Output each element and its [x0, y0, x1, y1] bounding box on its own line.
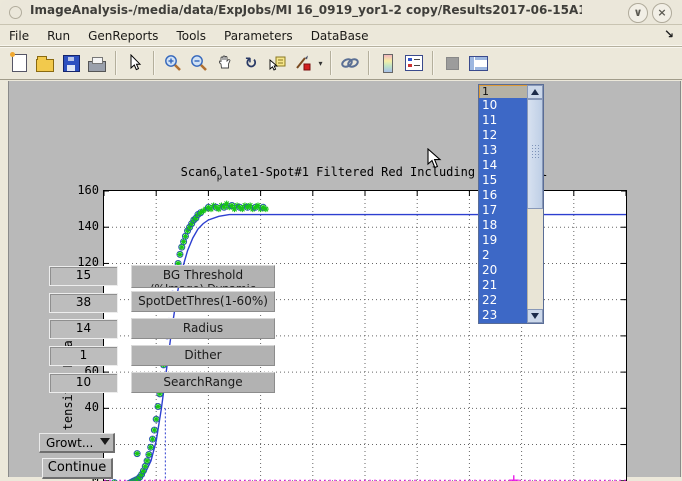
arrow-down-icon	[531, 313, 539, 319]
chevron-down-icon	[100, 438, 110, 445]
menu-overflow-arrow-icon[interactable]: ↘	[664, 27, 674, 41]
list-item-19[interactable]: 19	[479, 233, 527, 248]
list-item-16[interactable]: 16	[479, 188, 527, 203]
window-title: ImageAnalysis-/media/data/ExpJobs/MI 16_…	[30, 3, 582, 17]
bg-threshold-button-label2: (%Image) Dynamic	[132, 282, 274, 288]
toolbar: ↻▾	[0, 47, 682, 80]
figure-area: Scan6plate1-Spot#1 Filtered Red Includin…	[8, 81, 681, 477]
bg-threshold-field[interactable]: 15	[49, 266, 118, 286]
list-item-18[interactable]: 18	[479, 218, 527, 233]
app-window: ImageAnalysis-/media/data/ExpJobs/MI 16_…	[0, 0, 682, 481]
plot-tools-icon[interactable]	[466, 51, 490, 75]
growth-model-dropdown[interactable]: Growt...	[39, 433, 115, 453]
bg-threshold-button[interactable]: BG Threshold(%Image) Dynamic	[131, 265, 275, 288]
scrollbar-thumb[interactable]	[527, 99, 543, 209]
menu-item-parameters[interactable]: Parameters	[215, 26, 302, 43]
list-item-2[interactable]: 2	[479, 248, 527, 263]
pan-icon[interactable]	[213, 51, 237, 75]
menu-bar: FileRunGenReportsToolsParametersDataBase…	[0, 25, 682, 47]
window-menu-icon[interactable]	[9, 6, 22, 19]
scroll-up-button[interactable]	[527, 85, 543, 99]
arrow-up-icon	[531, 89, 539, 95]
toolbar-separator	[153, 51, 155, 75]
toolbar-separator	[368, 51, 370, 75]
print-icon[interactable]	[85, 51, 109, 75]
list-item-15[interactable]: 15	[479, 173, 527, 188]
dither-field[interactable]: 1	[49, 346, 118, 366]
title-bar[interactable]: ImageAnalysis-/media/data/ExpJobs/MI 16_…	[0, 0, 682, 25]
scrollbar-track-lower[interactable]	[527, 209, 543, 309]
plot-title: Scan6plate1-Spot#1 Filtered Red Includin…	[103, 165, 625, 182]
spot-det-thres-button[interactable]: SpotDetThres(1-60%)	[131, 291, 275, 312]
zoom-in-icon[interactable]	[161, 51, 185, 75]
data-cursor-icon[interactable]	[265, 51, 289, 75]
list-item-10[interactable]: 10	[479, 98, 527, 113]
list-item-20[interactable]: 20	[479, 263, 527, 278]
menu-item-genreports[interactable]: GenReports	[79, 26, 167, 43]
rotate-3d-icon[interactable]: ↻	[239, 51, 263, 75]
list-item-12[interactable]: 12	[479, 128, 527, 143]
disabled-box-icon[interactable]	[440, 51, 464, 75]
new-file-icon[interactable]	[7, 51, 31, 75]
toolbar-separator	[330, 51, 332, 75]
dither-button-label: Dither	[132, 349, 274, 362]
list-item-focused[interactable]: 1	[479, 85, 529, 99]
spot-det-thres-field[interactable]: 38	[49, 293, 118, 313]
toolbar-separator	[432, 51, 434, 75]
scrollbar-grip-icon	[531, 144, 540, 158]
shade-window-button[interactable]: ∨	[628, 3, 648, 23]
search-range-field[interactable]: 10	[49, 373, 118, 393]
radius-field[interactable]: 14	[49, 319, 118, 339]
list-item-13[interactable]: 13	[479, 143, 527, 158]
search-range-button-label: SearchRange	[132, 376, 274, 389]
legend-icon[interactable]	[402, 51, 426, 75]
list-scrollbar[interactable]	[527, 85, 543, 323]
mouse-cursor-icon	[427, 148, 443, 173]
spot-det-thres-button-label: SpotDetThres(1-60%)	[132, 295, 274, 308]
list-item-14[interactable]: 14	[479, 158, 527, 173]
menu-item-file[interactable]: File	[0, 26, 38, 43]
continue-button[interactable]: Continue	[42, 458, 113, 479]
growth-model-dropdown-label: Growt...	[46, 436, 93, 450]
list-item-22[interactable]: 22	[479, 293, 527, 308]
dither-button[interactable]: Dither	[131, 345, 275, 366]
brush-icon[interactable]	[291, 51, 315, 75]
open-file-icon[interactable]	[33, 51, 57, 75]
menu-item-database[interactable]: DataBase	[302, 26, 378, 43]
link-plots-icon[interactable]	[338, 51, 362, 75]
zoom-out-icon[interactable]	[187, 51, 211, 75]
y-axis-label-fragment: tensit	[61, 387, 75, 430]
y-tick-label: 160	[65, 183, 99, 197]
search-range-button[interactable]: SearchRange	[131, 372, 275, 393]
radius-button-label: Radius	[132, 322, 274, 335]
bg-threshold-button-label: BG Threshold	[132, 269, 274, 282]
pointer-icon[interactable]	[123, 51, 147, 75]
menu-item-tools[interactable]: Tools	[167, 26, 215, 43]
brush-dropdown-arrow[interactable]: ▾	[316, 51, 325, 75]
colorbar-icon[interactable]	[376, 51, 400, 75]
toolbar-separator	[115, 51, 117, 75]
list-item-23[interactable]: 23	[479, 308, 527, 323]
plot-title-prefix: Scan6	[181, 165, 217, 179]
scroll-down-button[interactable]	[527, 309, 543, 323]
spot-number-list-popup: 1 10111213141516171819220212223	[478, 84, 544, 324]
y-tick-label: 140	[65, 219, 99, 233]
list-item-21[interactable]: 21	[479, 278, 527, 293]
save-icon[interactable]	[59, 51, 83, 75]
list-item-11[interactable]: 11	[479, 113, 527, 128]
list-item-17[interactable]: 17	[479, 203, 527, 218]
radius-button[interactable]: Radius	[131, 318, 275, 339]
menu-item-run[interactable]: Run	[38, 26, 79, 43]
close-window-button[interactable]: ×	[652, 3, 672, 23]
